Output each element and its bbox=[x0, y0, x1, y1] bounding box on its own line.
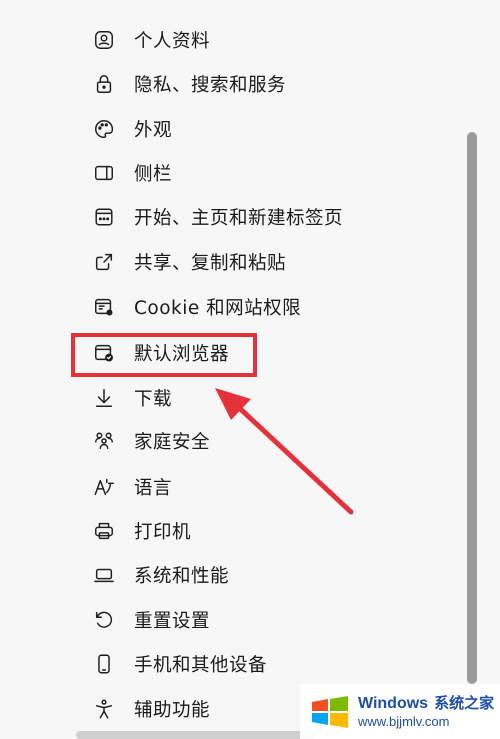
sidebar-item-reset[interactable]: 重置设置 bbox=[92, 603, 452, 637]
sidebar-item-label: 共享、复制和粘贴 bbox=[134, 253, 287, 274]
windows-logo-icon bbox=[312, 695, 348, 728]
accessibility-icon bbox=[92, 697, 116, 721]
sidebar-item-appearance[interactable]: 外观 bbox=[92, 112, 452, 146]
sidebar-item-downloads[interactable]: 下载 bbox=[92, 381, 452, 415]
sidebar-item-label: 重置设置 bbox=[134, 611, 211, 632]
sidebar-item-label: 下载 bbox=[134, 389, 173, 410]
sidebar-item-printers[interactable]: 打印机 bbox=[92, 514, 452, 548]
settings-sidebar: 个人资料 隐私、搜索和服务 外观 侧栏 开始、主页和新建标签页 共享、复制和粘贴 bbox=[0, 0, 500, 739]
watermark: Windows 系统之家 www.bjjmlv.com bbox=[300, 684, 500, 739]
language-icon bbox=[92, 475, 116, 499]
watermark-url: www.bjjmlv.com bbox=[358, 714, 450, 730]
watermark-brand-cn: 系统之家 bbox=[434, 693, 495, 712]
sidebar-item-system[interactable]: 系统和性能 bbox=[92, 558, 452, 592]
sidebar-item-label: 家庭安全 bbox=[134, 432, 211, 453]
sidebar-icon bbox=[92, 161, 116, 185]
sidebar-item-label: 手机和其他设备 bbox=[134, 655, 268, 676]
sidebar-item-label: Cookie 和网站权限 bbox=[134, 298, 302, 319]
phone-icon bbox=[92, 652, 116, 676]
laptop-icon bbox=[92, 563, 116, 587]
vertical-scrollbar-thumb[interactable] bbox=[467, 132, 477, 684]
download-icon bbox=[92, 386, 116, 410]
sidebar-item-profile[interactable]: 个人资料 bbox=[92, 23, 452, 57]
cookie-permissions-icon bbox=[92, 295, 116, 319]
lock-icon bbox=[92, 72, 116, 96]
sidebar-item-sidebar[interactable]: 侧栏 bbox=[92, 156, 452, 190]
share-icon bbox=[92, 250, 116, 274]
sidebar-item-start-page[interactable]: 开始、主页和新建标签页 bbox=[92, 200, 452, 234]
watermark-brand: Windows bbox=[358, 694, 429, 712]
profile-icon bbox=[92, 28, 116, 52]
sidebar-item-privacy[interactable]: 隐私、搜索和服务 bbox=[92, 67, 452, 101]
sidebar-item-label: 个人资料 bbox=[134, 31, 211, 52]
family-icon bbox=[92, 429, 116, 453]
sidebar-item-family-safety[interactable]: 家庭安全 bbox=[92, 424, 452, 458]
sidebar-item-label: 开始、主页和新建标签页 bbox=[134, 208, 344, 229]
sidebar-item-label: 外观 bbox=[134, 120, 173, 141]
sidebar-item-label: 侧栏 bbox=[134, 164, 173, 185]
sidebar-item-label: 辅助功能 bbox=[134, 700, 211, 721]
highlight-annotation-box bbox=[71, 333, 257, 377]
reset-icon bbox=[92, 608, 116, 632]
sidebar-item-cookies[interactable]: Cookie 和网站权限 bbox=[92, 290, 452, 324]
sidebar-item-label: 语言 bbox=[134, 478, 173, 499]
sidebar-item-share[interactable]: 共享、复制和粘贴 bbox=[92, 245, 452, 279]
printer-icon bbox=[92, 519, 116, 543]
start-page-icon bbox=[92, 205, 116, 229]
palette-icon bbox=[92, 117, 116, 141]
sidebar-item-label: 系统和性能 bbox=[134, 566, 230, 587]
sidebar-item-label: 打印机 bbox=[134, 522, 192, 543]
sidebar-item-label: 隐私、搜索和服务 bbox=[134, 75, 287, 96]
horizontal-scrollbar-thumb[interactable] bbox=[76, 731, 316, 739]
sidebar-item-language[interactable]: 语言 bbox=[92, 470, 452, 504]
sidebar-item-phone[interactable]: 手机和其他设备 bbox=[92, 647, 452, 681]
